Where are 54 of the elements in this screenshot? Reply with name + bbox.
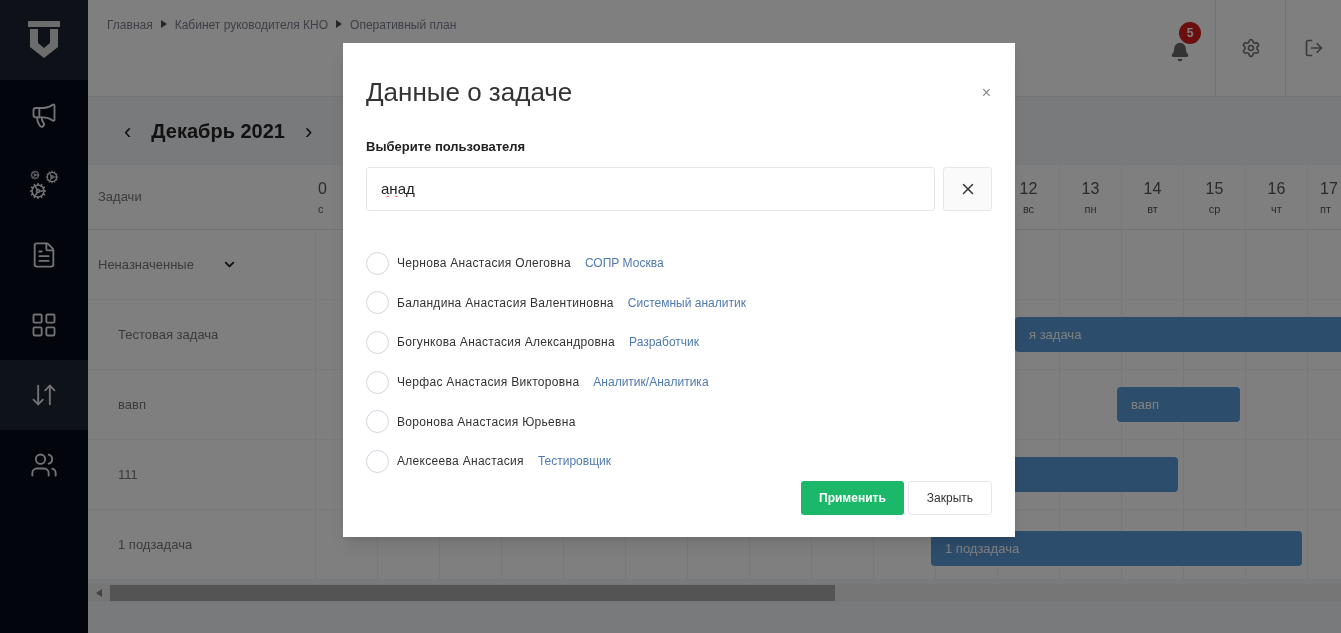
- day-header: 13 пн: [1059, 165, 1121, 229]
- separator-icon: [160, 20, 167, 28]
- scrollbar-thumb[interactable]: [110, 585, 835, 601]
- horizontal-scrollbar[interactable]: [88, 584, 1341, 602]
- breadcrumb-link[interactable]: Оперативный план: [350, 16, 457, 34]
- task-name: 1 подзадача: [118, 535, 193, 554]
- breadcrumb-link[interactable]: Кабинет руководителя КНО: [174, 16, 329, 34]
- close-dialog-button[interactable]: Закрыть: [907, 481, 992, 516]
- task-bar[interactable]: вавп: [1117, 387, 1240, 422]
- user-role: Системный аналитик: [627, 294, 746, 312]
- notifications-button[interactable]: 5: [1145, 0, 1215, 96]
- user-name: Алексеева Анастасия: [397, 453, 524, 471]
- megaphone-icon: [30, 101, 58, 129]
- user-name: Чернова Анастасия Олеговна: [397, 255, 571, 273]
- grid-icon: [30, 311, 58, 339]
- day-header: 15 ср: [1183, 165, 1245, 229]
- user-role: Тестировщик: [537, 453, 611, 471]
- field-label: Выберите пользователя: [366, 138, 527, 156]
- close-button[interactable]: ×: [981, 80, 991, 105]
- user-name: Черфас Анастасия Викторовна: [397, 374, 580, 392]
- task-bar[interactable]: я задача: [1015, 317, 1341, 352]
- breadcrumb-link[interactable]: Главная: [107, 16, 153, 34]
- task-bar[interactable]: 1 подзадача: [931, 531, 1302, 566]
- users-icon: [30, 451, 58, 479]
- task-name: вавп: [118, 395, 146, 414]
- scroll-left-icon: [96, 589, 102, 597]
- clear-button[interactable]: [943, 166, 992, 211]
- group-toggle[interactable]: Неназначенные: [88, 230, 315, 299]
- settings-icon: [1240, 38, 1261, 58]
- bell-icon: [1170, 42, 1190, 62]
- previous-month-button[interactable]: ‹: [124, 114, 132, 148]
- user-role: СОПР Москва: [584, 255, 664, 273]
- separator-icon: [336, 20, 343, 28]
- user-name: Богункова Анастасия Александровна: [397, 334, 616, 352]
- column-header: Задачи: [98, 188, 142, 207]
- user-role: Разработчик: [629, 334, 699, 352]
- day-header: 17 пт: [1307, 165, 1341, 229]
- task-name: 111: [118, 465, 138, 484]
- apply-button[interactable]: Применить: [801, 481, 904, 516]
- day-header: 16 чт: [1245, 165, 1307, 229]
- dialog-title: Данные о задаче: [366, 76, 573, 109]
- day-header: 0 с: [317, 178, 328, 217]
- shield-logo-icon: [26, 19, 62, 61]
- user-name: Воронова Анастасия Юрьевна: [397, 413, 576, 431]
- logout-icon: [1303, 38, 1324, 58]
- user-search-field[interactable]: анад: [366, 166, 935, 211]
- task-name: Тестовая задача: [118, 325, 219, 344]
- user-role: Аналитик/Аналитика: [593, 374, 709, 392]
- notification-badge: 5: [1179, 22, 1201, 44]
- gears-icon: [29, 170, 59, 200]
- month-title: Декабрь 2021: [151, 119, 285, 144]
- user-name: Баландина Анастасия Валентиновна: [397, 294, 614, 312]
- next-month-button[interactable]: ›: [305, 114, 313, 148]
- day-header: 14 вт: [1121, 165, 1183, 229]
